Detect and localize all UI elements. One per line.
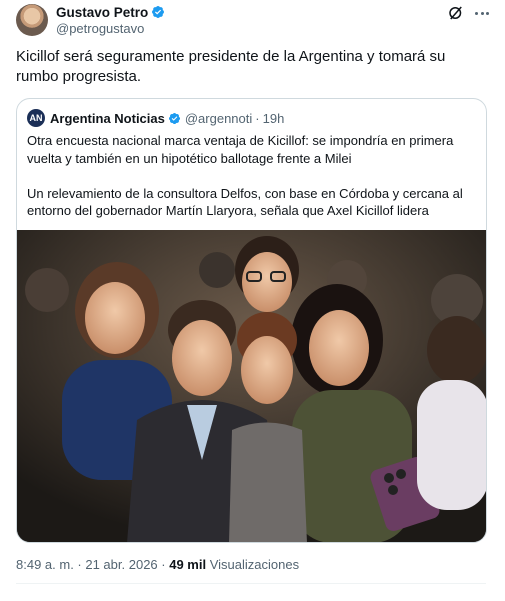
author-handle[interactable]: @petrogustavo: [56, 21, 144, 36]
tweet-meta: 8:49 a. m. · 21 abr. 2026 · 49 mil Visua…: [16, 557, 299, 572]
author-name-row[interactable]: Gustavo Petro: [56, 4, 165, 20]
quote-text: Otra encuesta nacional marca ventaja de …: [27, 132, 477, 220]
quote-photo[interactable]: [17, 230, 486, 542]
quote-paragraph-2: Un relevamiento de la consultora Delfos,…: [27, 185, 463, 219]
grok-icon[interactable]: [447, 4, 465, 22]
quote-time[interactable]: 19h: [263, 111, 285, 126]
tweet-text: Kicillof será seguramente presidente de …: [16, 48, 446, 85]
verified-badge-icon: [152, 6, 165, 18]
quote-handle[interactable]: @argennoti: [185, 111, 252, 126]
quote-paragraph-1: Otra encuesta nacional marca ventaja de …: [27, 133, 454, 166]
views-count: 49 mil: [169, 557, 207, 572]
more-icon[interactable]: [473, 4, 491, 22]
crowd-selfie-illustration: [17, 230, 486, 542]
tweet: Gustavo Petro @petrogustavo Kicillof ser…: [0, 0, 505, 601]
quoted-tweet-card[interactable]: AN Argentina Noticias @argennoti · 19h O…: [16, 98, 487, 543]
author-avatar[interactable]: [16, 4, 48, 36]
quote-avatar[interactable]: AN: [27, 109, 45, 127]
quote-header: AN Argentina Noticias @argennoti · 19h: [27, 109, 284, 127]
views-label: Visualizaciones: [209, 557, 300, 572]
divider: [16, 583, 486, 584]
quote-display-name[interactable]: Argentina Noticias: [50, 111, 165, 126]
verified-badge-icon: [168, 112, 180, 124]
author-display-name[interactable]: Gustavo Petro: [56, 5, 148, 20]
tweet-timestamp[interactable]: 8:49 a. m. · 21 abr. 2026 ·: [16, 557, 166, 572]
quote-separator: ·: [255, 110, 260, 126]
